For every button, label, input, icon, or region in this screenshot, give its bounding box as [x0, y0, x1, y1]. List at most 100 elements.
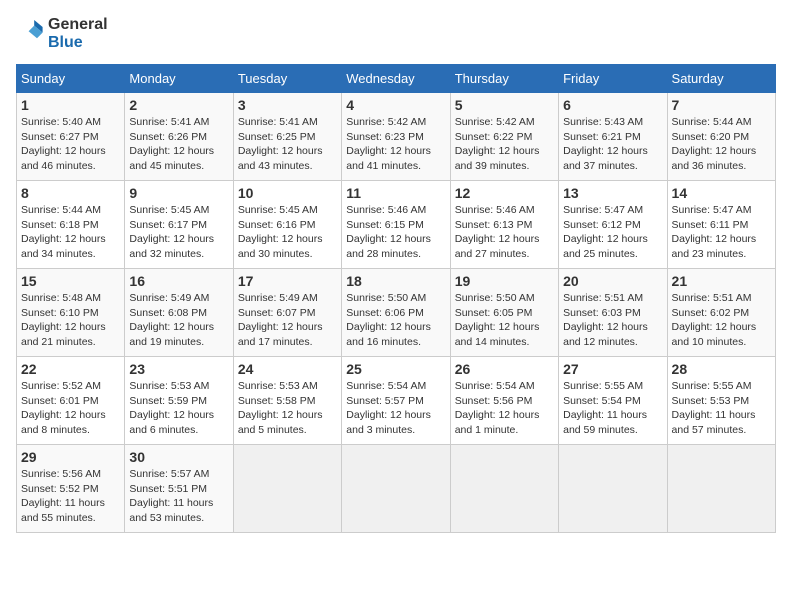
day-number: 4 [346, 97, 445, 113]
day-number: 8 [21, 185, 120, 201]
day-info: Sunrise: 5:41 AM Sunset: 6:25 PM Dayligh… [238, 115, 337, 174]
day-number: 13 [563, 185, 662, 201]
day-info: Sunrise: 5:56 AM Sunset: 5:52 PM Dayligh… [21, 467, 120, 526]
day-info: Sunrise: 5:43 AM Sunset: 6:21 PM Dayligh… [563, 115, 662, 174]
day-info: Sunrise: 5:54 AM Sunset: 5:57 PM Dayligh… [346, 379, 445, 438]
day-number: 16 [129, 273, 228, 289]
calendar-cell: 6Sunrise: 5:43 AM Sunset: 6:21 PM Daylig… [559, 93, 667, 181]
day-number: 5 [455, 97, 554, 113]
day-number: 29 [21, 449, 120, 465]
weekday-header-sunday: Sunday [17, 65, 125, 93]
calendar-cell: 1 Sunrise: 5:40 AM Sunset: 6:27 PM Daylig… [17, 93, 125, 181]
weekday-header-friday: Friday [559, 65, 667, 93]
calendar-cell: 20 Sunrise: 5:51 AM Sunset: 6:03 PM Dayli… [559, 269, 667, 357]
day-info: Sunrise: 5:44 AM Sunset: 6:18 PM Dayligh… [21, 203, 120, 262]
day-info: Sunrise: 5:53 AM Sunset: 5:59 PM Dayligh… [129, 379, 228, 438]
calendar-cell: 12 Sunrise: 5:46 AM Sunset: 6:13 PM Dayli… [450, 181, 558, 269]
day-number: 10 [238, 185, 337, 201]
day-number: 26 [455, 361, 554, 377]
logo: General Blue [16, 16, 108, 52]
calendar-cell [450, 445, 558, 533]
weekday-header-saturday: Saturday [667, 65, 775, 93]
day-number: 9 [129, 185, 228, 201]
calendar-cell: 24Sunrise: 5:53 AM Sunset: 5:58 PM Dayli… [233, 357, 341, 445]
day-info: Sunrise: 5:42 AM Sunset: 6:22 PM Dayligh… [455, 115, 554, 174]
calendar-week-1: 1 Sunrise: 5:40 AM Sunset: 6:27 PM Daylig… [17, 93, 776, 181]
calendar-cell: 30Sunrise: 5:57 AM Sunset: 5:51 PM Dayli… [125, 445, 233, 533]
day-number: 21 [672, 273, 771, 289]
calendar-cell: 4 Sunrise: 5:42 AM Sunset: 6:23 PM Daylig… [342, 93, 450, 181]
day-number: 11 [346, 185, 445, 201]
calendar-cell: 9 Sunrise: 5:45 AM Sunset: 6:17 PM Daylig… [125, 181, 233, 269]
day-number: 25 [346, 361, 445, 377]
weekday-header-tuesday: Tuesday [233, 65, 341, 93]
day-info: Sunrise: 5:40 AM Sunset: 6:27 PM Dayligh… [21, 115, 120, 174]
day-info: Sunrise: 5:50 AM Sunset: 6:06 PM Dayligh… [346, 291, 445, 350]
day-info: Sunrise: 5:49 AM Sunset: 6:07 PM Dayligh… [238, 291, 337, 350]
calendar-cell [559, 445, 667, 533]
day-info: Sunrise: 5:45 AM Sunset: 6:16 PM Dayligh… [238, 203, 337, 262]
calendar-week-5: 29 Sunrise: 5:56 AM Sunset: 5:52 PM Dayli… [17, 445, 776, 533]
day-info: Sunrise: 5:46 AM Sunset: 6:15 PM Dayligh… [346, 203, 445, 262]
day-number: 1 [21, 97, 120, 113]
day-number: 18 [346, 273, 445, 289]
calendar-cell: 17Sunrise: 5:49 AM Sunset: 6:07 PM Dayli… [233, 269, 341, 357]
calendar-cell: 3 Sunrise: 5:41 AM Sunset: 6:25 PM Daylig… [233, 93, 341, 181]
day-number: 7 [672, 97, 771, 113]
calendar-cell: 25 Sunrise: 5:54 AM Sunset: 5:57 PM Dayli… [342, 357, 450, 445]
calendar-cell: 13 Sunrise: 5:47 AM Sunset: 6:12 PM Dayli… [559, 181, 667, 269]
day-number: 19 [455, 273, 554, 289]
day-info: Sunrise: 5:50 AM Sunset: 6:05 PM Dayligh… [455, 291, 554, 350]
page-header: General Blue [16, 16, 776, 52]
day-number: 12 [455, 185, 554, 201]
calendar-cell: 22 Sunrise: 5:52 AM Sunset: 6:01 PM Dayli… [17, 357, 125, 445]
day-info: Sunrise: 5:41 AM Sunset: 6:26 PM Dayligh… [129, 115, 228, 174]
calendar-cell: 26Sunrise: 5:54 AM Sunset: 5:56 PM Dayli… [450, 357, 558, 445]
day-info: Sunrise: 5:44 AM Sunset: 6:20 PM Dayligh… [672, 115, 771, 174]
weekday-header-thursday: Thursday [450, 65, 558, 93]
day-number: 14 [672, 185, 771, 201]
calendar-week-4: 22 Sunrise: 5:52 AM Sunset: 6:01 PM Dayli… [17, 357, 776, 445]
calendar-cell: 18 Sunrise: 5:50 AM Sunset: 6:06 PM Dayli… [342, 269, 450, 357]
calendar-cell [342, 445, 450, 533]
day-number: 24 [238, 361, 337, 377]
day-info: Sunrise: 5:46 AM Sunset: 6:13 PM Dayligh… [455, 203, 554, 262]
calendar-cell: 7 Sunrise: 5:44 AM Sunset: 6:20 PM Daylig… [667, 93, 775, 181]
calendar-cell: 19 Sunrise: 5:50 AM Sunset: 6:05 PM Dayli… [450, 269, 558, 357]
calendar-week-3: 15 Sunrise: 5:48 AM Sunset: 6:10 PM Dayli… [17, 269, 776, 357]
calendar-cell: 2Sunrise: 5:41 AM Sunset: 6:26 PM Daylig… [125, 93, 233, 181]
day-info: Sunrise: 5:47 AM Sunset: 6:11 PM Dayligh… [672, 203, 771, 262]
day-number: 28 [672, 361, 771, 377]
day-number: 23 [129, 361, 228, 377]
day-info: Sunrise: 5:47 AM Sunset: 6:12 PM Dayligh… [563, 203, 662, 262]
day-info: Sunrise: 5:55 AM Sunset: 5:53 PM Dayligh… [672, 379, 771, 438]
day-info: Sunrise: 5:42 AM Sunset: 6:23 PM Dayligh… [346, 115, 445, 174]
day-number: 30 [129, 449, 228, 465]
day-info: Sunrise: 5:48 AM Sunset: 6:10 PM Dayligh… [21, 291, 120, 350]
calendar-table: SundayMondayTuesdayWednesdayThursdayFrid… [16, 64, 776, 533]
logo-icon [16, 20, 44, 48]
day-info: Sunrise: 5:52 AM Sunset: 6:01 PM Dayligh… [21, 379, 120, 438]
calendar-header-row: SundayMondayTuesdayWednesdayThursdayFrid… [17, 65, 776, 93]
day-number: 3 [238, 97, 337, 113]
calendar-cell [233, 445, 341, 533]
calendar-cell: 27 Sunrise: 5:55 AM Sunset: 5:54 PM Dayli… [559, 357, 667, 445]
day-info: Sunrise: 5:55 AM Sunset: 5:54 PM Dayligh… [563, 379, 662, 438]
calendar-cell [667, 445, 775, 533]
logo-text: General Blue [48, 16, 108, 52]
day-info: Sunrise: 5:49 AM Sunset: 6:08 PM Dayligh… [129, 291, 228, 350]
day-info: Sunrise: 5:51 AM Sunset: 6:02 PM Dayligh… [672, 291, 771, 350]
day-number: 27 [563, 361, 662, 377]
calendar-cell: 8 Sunrise: 5:44 AM Sunset: 6:18 PM Daylig… [17, 181, 125, 269]
day-info: Sunrise: 5:45 AM Sunset: 6:17 PM Dayligh… [129, 203, 228, 262]
weekday-header-wednesday: Wednesday [342, 65, 450, 93]
day-number: 22 [21, 361, 120, 377]
calendar-cell: 11 Sunrise: 5:46 AM Sunset: 6:15 PM Dayli… [342, 181, 450, 269]
calendar-cell: 10 Sunrise: 5:45 AM Sunset: 6:16 PM Dayli… [233, 181, 341, 269]
weekday-header-monday: Monday [125, 65, 233, 93]
day-number: 20 [563, 273, 662, 289]
calendar-body: 1 Sunrise: 5:40 AM Sunset: 6:27 PM Daylig… [17, 93, 776, 533]
calendar-cell: 21 Sunrise: 5:51 AM Sunset: 6:02 PM Dayli… [667, 269, 775, 357]
day-info: Sunrise: 5:51 AM Sunset: 6:03 PM Dayligh… [563, 291, 662, 350]
day-number: 15 [21, 273, 120, 289]
